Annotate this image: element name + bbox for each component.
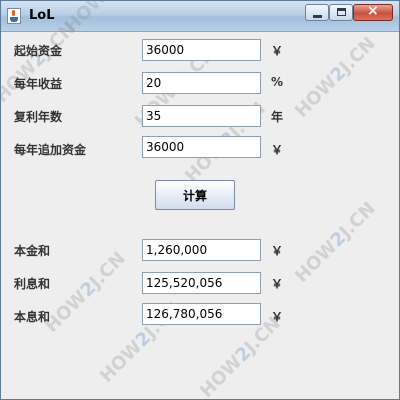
java-cup-icon	[7, 8, 21, 24]
compound-years-unit: 年	[271, 110, 284, 124]
principal-sum-label: 本金和	[14, 244, 51, 258]
initial-capital-unit: ￥	[271, 44, 284, 58]
cup-icon-part	[10, 17, 18, 22]
principal-sum-field[interactable]	[142, 239, 261, 261]
watermark: HOW2J.CN	[196, 313, 285, 400]
annual-return-unit: %	[271, 75, 284, 89]
watermark: HOW2J.CN	[291, 33, 380, 122]
interest-sum-label: 利息和	[14, 277, 51, 291]
watermark: HOW2J.CN	[0, 18, 80, 107]
steam-icon-part	[12, 10, 15, 16]
initial-capital-input[interactable]	[142, 39, 261, 61]
form-panel: HOW2J.CN HOW2J.CN HOW2J.CN HOW2J.CN HOW2…	[1, 1, 399, 400]
interest-sum-field[interactable]	[142, 272, 261, 294]
annual-return-input[interactable]	[142, 72, 261, 94]
app-window: LoL × HOW2J.CN HOW2J.CN HOW2J.CN HOW2J.C…	[0, 0, 400, 400]
annual-addition-label: 每年追加资金	[14, 143, 87, 157]
close-icon: ×	[367, 3, 379, 19]
watermark: HOW2J.CN	[291, 198, 380, 287]
initial-capital-label: 起始资金	[14, 44, 63, 58]
minimize-icon	[313, 15, 322, 18]
annual-return-label: 每年收益	[14, 77, 63, 91]
annual-addition-unit: ￥	[271, 143, 284, 157]
annual-addition-input[interactable]	[142, 136, 261, 158]
calculate-button[interactable]: 计算	[155, 180, 235, 210]
principal-sum-unit: ￥	[271, 244, 284, 258]
compound-years-label: 复利年数	[14, 110, 63, 124]
maximize-icon	[337, 8, 346, 16]
close-button[interactable]: ×	[353, 3, 393, 21]
interest-sum-unit: ￥	[271, 277, 284, 291]
total-sum-field[interactable]	[142, 303, 261, 325]
minimize-button[interactable]	[305, 4, 329, 21]
total-sum-label: 本息和	[14, 310, 51, 324]
watermark: HOW2J.CN	[41, 248, 130, 337]
window-title: LoL	[29, 8, 55, 23]
maximize-button[interactable]	[329, 4, 353, 21]
total-sum-unit: ￥	[271, 310, 284, 324]
compound-years-input[interactable]	[142, 105, 261, 127]
title-bar[interactable]: LoL ×	[1, 1, 399, 32]
